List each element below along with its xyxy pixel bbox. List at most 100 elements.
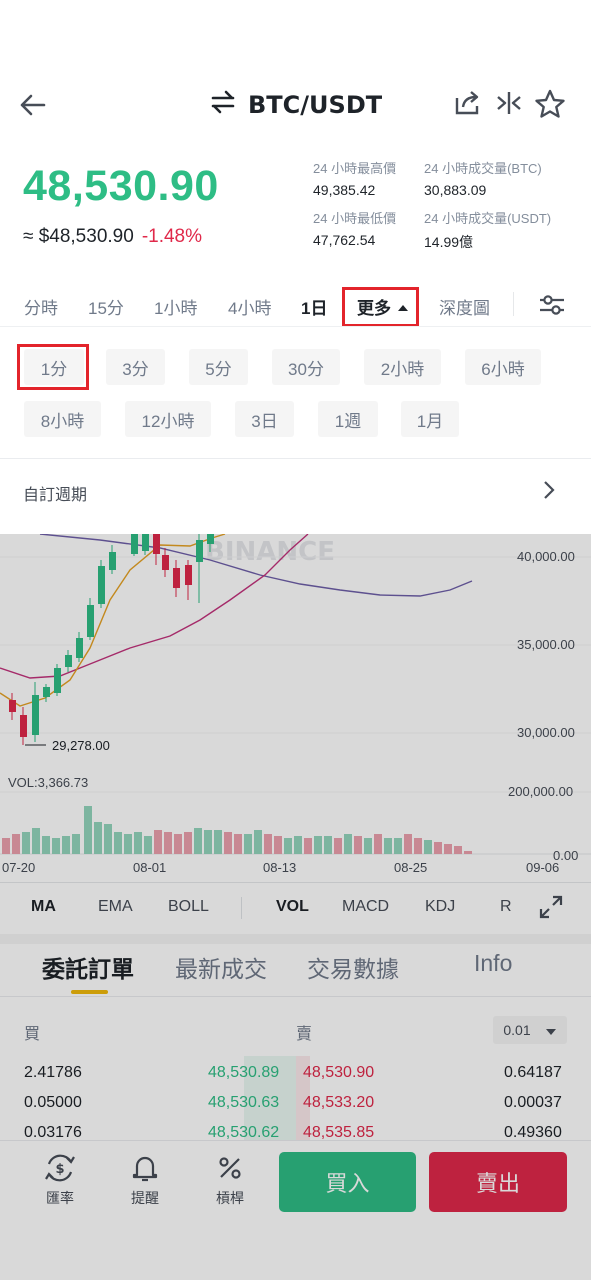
tab-trading-data[interactable]: 交易數據 <box>307 950 399 984</box>
caret-down-icon <box>545 1021 557 1040</box>
tab-15m[interactable]: 15分 <box>88 294 124 319</box>
active-tab-indicator <box>71 990 108 994</box>
low-24h-value: 47,762.54 <box>313 232 376 248</box>
sell-qty-row2: 0.00037 <box>504 1094 562 1111</box>
volume-label: VOL:3,366.73 <box>8 775 89 790</box>
interval-5m[interactable]: 5分 <box>189 349 248 385</box>
buy-price-row1[interactable]: 48,530.89 <box>208 1064 279 1082</box>
tab-depth-chart[interactable]: 深度圖 <box>439 294 490 319</box>
fiat-price: ≈ $48,530.90 <box>23 226 134 247</box>
sell-qty-row1: 0.64187 <box>504 1064 562 1081</box>
buy-qty-row1: 2.41786 <box>24 1064 82 1081</box>
exchange-rate-label: 匯率 <box>46 1191 74 1207</box>
tab-1h[interactable]: 1小時 <box>154 294 197 319</box>
chart-mode-icon[interactable] <box>494 88 528 122</box>
back-arrow-icon[interactable] <box>16 88 50 122</box>
volume-bars <box>2 806 472 854</box>
volume-usdt-label: 24 小時成交量(USDT) <box>424 211 552 226</box>
indicator-ema[interactable]: EMA <box>98 898 133 916</box>
percent-icon <box>214 1157 246 1188</box>
favorite-star-icon[interactable] <box>534 88 568 122</box>
x-tick-0720: 07-20 <box>2 860 36 875</box>
indicator-top-divider <box>0 882 591 883</box>
order-tab-divider <box>0 996 591 997</box>
volume-usdt-value: 14.99億 <box>424 234 474 250</box>
popup-divider <box>0 458 591 459</box>
y-tick-40000: 40,000.00 <box>517 549 575 564</box>
pair-selector[interactable]: BTC/USDT <box>210 88 382 122</box>
indicator-ma[interactable]: MA <box>31 898 56 916</box>
leverage-button[interactable]: 槓桿 <box>200 1152 260 1208</box>
buy-qty-row2: 0.05000 <box>24 1094 82 1111</box>
interval-3m[interactable]: 3分 <box>106 349 165 385</box>
interval-1mo[interactable]: 1月 <box>401 401 459 437</box>
interval-1w[interactable]: 1週 <box>318 401 378 437</box>
interval-30m[interactable]: 30分 <box>272 349 340 385</box>
swap-icon <box>210 90 236 120</box>
volume-btc-value: 30,883.09 <box>424 182 487 198</box>
bottom-bar-divider <box>0 1140 591 1141</box>
indicator-macd[interactable]: MACD <box>342 898 389 916</box>
orderbook-buy-header: 買 <box>24 1024 41 1043</box>
sell-price-row2[interactable]: 48,533.20 <box>303 1094 374 1112</box>
vol-tick-200000: 200,000.00 <box>508 784 574 799</box>
high-24h-label: 24 小時最高價 <box>313 161 397 176</box>
last-price: 48,530.90 <box>23 162 219 210</box>
y-tick-35000: 35,000.00 <box>517 637 575 652</box>
highlight-more <box>342 287 419 327</box>
indicator-kdj[interactable]: KDJ <box>425 898 455 916</box>
buy-price-row2[interactable]: 48,530.63 <box>208 1094 279 1112</box>
indicator-vol[interactable]: VOL <box>276 898 309 916</box>
y-tick-30000: 30,000.00 <box>517 725 575 740</box>
indicator-boll[interactable]: BOLL <box>168 898 209 916</box>
kline-chart[interactable]: BINANCE <box>0 533 591 882</box>
interval-6h[interactable]: 6小時 <box>465 349 541 385</box>
pair-title: BTC/USDT <box>248 91 383 119</box>
price-alert-button[interactable]: 提醒 <box>115 1152 175 1208</box>
section-gap <box>0 934 591 944</box>
volume-btc-label: 24 小時成交量(BTC) <box>424 161 542 176</box>
chart-settings-icon[interactable] <box>538 292 566 322</box>
tab-time-share[interactable]: 分時 <box>24 294 58 319</box>
indicator-rsi[interactable]: R <box>500 898 512 916</box>
low-24h-label: 24 小時最低價 <box>313 211 397 226</box>
leverage-label: 槓桿 <box>216 1191 244 1207</box>
fiat-price-row: ≈ $48,530.90 -1.48% <box>23 226 202 248</box>
price-alert-label: 提醒 <box>131 1191 159 1207</box>
x-tick-0801: 08-01 <box>133 860 167 875</box>
chevron-right-icon[interactable] <box>542 479 556 505</box>
price-change: -1.48% <box>141 226 203 247</box>
x-tick-0813: 08-13 <box>263 860 297 875</box>
interval-8h[interactable]: 8小時 <box>24 401 101 437</box>
sell-price-row1[interactable]: 48,530.90 <box>303 1064 374 1082</box>
sell-button[interactable]: 賣出 <box>429 1152 567 1212</box>
custom-interval-label[interactable]: 自訂週期 <box>23 481 87 505</box>
share-icon[interactable] <box>452 88 486 122</box>
precision-value: 0.01 <box>503 1022 531 1038</box>
x-tick-0906: 09-06 <box>526 860 560 875</box>
interval-3d[interactable]: 3日 <box>235 401 294 437</box>
tab-divider <box>513 292 514 316</box>
indicator-divider <box>241 897 242 919</box>
tab-order-book[interactable]: 委託訂單 <box>42 950 134 984</box>
buy-button[interactable]: 買入 <box>279 1152 416 1212</box>
watermark-binance: BINANCE <box>205 537 335 567</box>
tab-info[interactable]: Info <box>474 950 512 977</box>
tab-4h[interactable]: 4小時 <box>228 294 271 319</box>
low-price-marker: 29,278.00 <box>52 738 110 753</box>
candles <box>9 534 214 745</box>
interval-12h[interactable]: 12小時 <box>125 401 211 437</box>
fullscreen-icon[interactable] <box>538 894 564 924</box>
precision-selector[interactable]: 0.01 <box>493 1016 567 1044</box>
orderbook-sell-header: 賣 <box>296 1024 313 1043</box>
exchange-rate-icon: $ <box>43 1154 77 1188</box>
interval-2h[interactable]: 2小時 <box>364 349 441 385</box>
high-24h-value: 49,385.42 <box>313 182 376 198</box>
exchange-rate-button[interactable]: $ 匯率 <box>30 1152 90 1208</box>
bell-icon <box>129 1156 161 1188</box>
highlight-1m <box>17 344 89 390</box>
tab-1d[interactable]: 1日 <box>301 294 327 319</box>
svg-text:$: $ <box>55 1162 64 1177</box>
tab-recent-trades[interactable]: 最新成交 <box>175 950 267 984</box>
x-tick-0825: 08-25 <box>394 860 428 875</box>
